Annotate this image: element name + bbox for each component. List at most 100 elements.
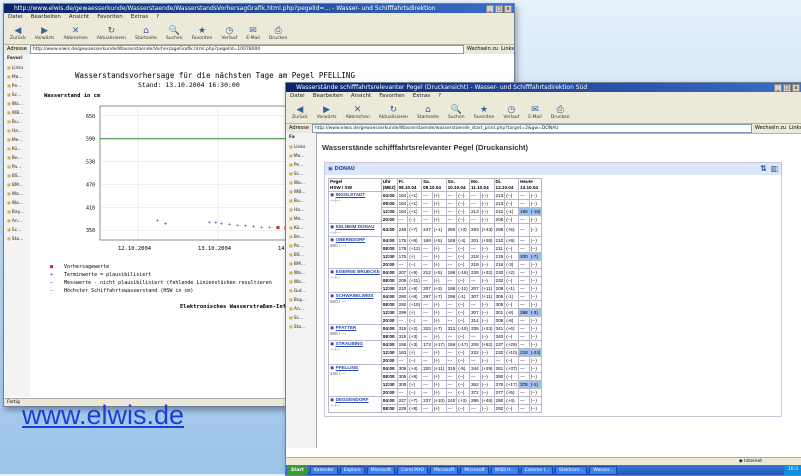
favorite-item[interactable]: Sc... bbox=[4, 90, 30, 99]
menu-item[interactable]: Favoriten bbox=[97, 14, 122, 20]
toolbar-button[interactable]: ↻ Aktualisieren bbox=[379, 105, 408, 120]
menu-item[interactable]: ? bbox=[438, 93, 441, 99]
close-icon[interactable]: x bbox=[792, 84, 800, 92]
taskbar-task[interactable]: Corel PHO bbox=[397, 465, 428, 475]
favorite-item[interactable]: Wa... bbox=[4, 99, 30, 108]
station-name[interactable]: STRAUBING bbox=[336, 341, 363, 346]
toolbar-button[interactable]: ◀ Zurück bbox=[292, 105, 308, 120]
toolbar-button[interactable]: ★ Favoriten bbox=[474, 105, 495, 120]
toolbar-button[interactable]: ⎙ Drucken bbox=[269, 26, 288, 41]
menu-item[interactable]: Extras bbox=[131, 14, 148, 20]
favorite-item[interactable]: An... bbox=[286, 304, 316, 313]
favorite-item[interactable]: Sta... bbox=[4, 234, 30, 243]
toolbar-button[interactable]: ✉ E-Mail bbox=[528, 105, 542, 120]
menu-item[interactable]: Ansicht bbox=[351, 93, 371, 99]
favorite-item[interactable]: Sc... bbox=[286, 313, 316, 322]
station-name[interactable]: KELHEIM DONAU bbox=[336, 224, 375, 229]
toolbar-button[interactable]: ✕ Abbrechen bbox=[63, 26, 87, 41]
favorite-item[interactable]: Kü... bbox=[286, 223, 316, 232]
toolbar-button[interactable]: 🔍 Suchen bbox=[448, 105, 465, 120]
menu-item[interactable]: Datei bbox=[290, 93, 305, 99]
station-name[interactable]: PFELLING bbox=[336, 365, 359, 370]
maximize-icon[interactable]: □ bbox=[783, 84, 791, 92]
favorite-item[interactable]: Ha... bbox=[4, 126, 30, 135]
station-name[interactable]: DEGGENDORF bbox=[336, 397, 369, 402]
maximize-icon[interactable]: □ bbox=[495, 5, 503, 13]
toolbar-button[interactable]: 🔍 Suchen bbox=[166, 26, 183, 41]
taskbar-task[interactable]: Wasser... bbox=[589, 465, 618, 475]
menu-item[interactable]: Ansicht bbox=[69, 14, 89, 20]
toolbar-button[interactable]: ◷ Verlauf bbox=[221, 26, 237, 41]
station-name[interactable]: OBERNDORF bbox=[336, 237, 366, 242]
taskbar-task[interactable]: Externe I... bbox=[520, 465, 554, 475]
address-input[interactable]: http://www.elwis.de/gewaesserkunde/Wasse… bbox=[311, 124, 752, 133]
favorite-item[interactable]: BS... bbox=[4, 171, 30, 180]
go-button[interactable]: Wechseln zu bbox=[467, 45, 498, 54]
address-input[interactable]: http://www.elwis.de/gewaesserkunde/Wasse… bbox=[29, 45, 464, 54]
toolbar-button[interactable]: ↻ Aktualisieren bbox=[97, 26, 126, 41]
favorite-item[interactable]: Links bbox=[286, 142, 316, 151]
station-name[interactable]: PFATTER bbox=[336, 325, 357, 330]
toolbar-button[interactable]: ▶ Vorwärts bbox=[317, 105, 337, 120]
favorite-item[interactable]: Wa... bbox=[286, 277, 316, 286]
favorite-item[interactable]: Ha... bbox=[286, 205, 316, 214]
go-button[interactable]: Wechseln zu bbox=[755, 124, 786, 133]
taskbar-task[interactable]: Microsoft bbox=[429, 465, 459, 475]
toolbar-button[interactable]: ▶ Vorwärts bbox=[35, 26, 55, 41]
favorite-item[interactable]: Wa... bbox=[286, 178, 316, 187]
links-label[interactable]: Links bbox=[789, 124, 801, 133]
favorite-item[interactable]: Bu... bbox=[4, 117, 30, 126]
favorite-item[interactable]: Gut... bbox=[286, 286, 316, 295]
toolbar-button[interactable]: ⌂ Startseite bbox=[135, 26, 157, 41]
favorite-item[interactable]: Be... bbox=[4, 153, 30, 162]
elwis-link[interactable]: www.elwis.de bbox=[22, 400, 184, 431]
menu-item[interactable]: Favoriten bbox=[379, 93, 404, 99]
taskbar-task[interactable]: Explore bbox=[339, 465, 365, 475]
front-browser-window[interactable]: Wasserstände schifffahrtsrelevanter Pege… bbox=[285, 82, 801, 476]
sort-icon[interactable]: ⇅ bbox=[760, 163, 767, 175]
menu-item[interactable]: ? bbox=[156, 14, 159, 20]
toolbar-button[interactable]: ◷ Verlauf bbox=[503, 105, 519, 120]
favorite-item[interactable]: Kü... bbox=[4, 144, 30, 153]
taskbar-task[interactable]: Microsoft bbox=[366, 465, 396, 475]
favorite-item[interactable]: Sc... bbox=[4, 225, 30, 234]
favorite-item[interactable]: Be... bbox=[286, 232, 316, 241]
taskbar-task[interactable]: Kalender bbox=[309, 465, 338, 475]
station-name[interactable]: INGOLSTADT bbox=[336, 192, 366, 197]
favorite-item[interactable]: Pa... bbox=[286, 241, 316, 250]
favorite-item[interactable]: Me... bbox=[4, 135, 30, 144]
favorite-item[interactable]: An... bbox=[4, 216, 30, 225]
favorite-item[interactable]: Pe... bbox=[4, 81, 30, 90]
favorite-item[interactable]: WB... bbox=[4, 108, 30, 117]
favorite-item[interactable]: Bu... bbox=[286, 196, 316, 205]
taskbar-task[interactable]: WSD H... bbox=[490, 465, 519, 475]
favorite-item[interactable]: Links bbox=[4, 63, 30, 72]
favorite-item[interactable]: Sc... bbox=[286, 169, 316, 178]
menu-item[interactable]: Extras bbox=[413, 93, 430, 99]
toolbar-button[interactable]: ✉ E-Mail bbox=[246, 26, 260, 41]
menu-item[interactable]: Bearbeiten bbox=[313, 93, 343, 99]
close-icon[interactable]: x bbox=[504, 5, 512, 13]
favorite-item[interactable]: BM... bbox=[4, 180, 30, 189]
toolbar-button[interactable]: ✕ Abbrechen bbox=[345, 105, 369, 120]
toolbar-button[interactable]: ⌂ Startseite bbox=[417, 105, 439, 120]
favorite-item[interactable]: BS... bbox=[286, 250, 316, 259]
favorite-item[interactable]: Sta... bbox=[286, 322, 316, 331]
menu-item[interactable]: Bearbeiten bbox=[31, 14, 61, 20]
favorite-item[interactable]: Ma... bbox=[4, 72, 30, 81]
favorite-item[interactable]: Wa... bbox=[286, 268, 316, 277]
chart-icon[interactable]: ▥ bbox=[770, 163, 778, 175]
station-name[interactable]: EISERNE BRUECKE bbox=[336, 269, 380, 274]
favorite-item[interactable]: Bay... bbox=[286, 295, 316, 304]
toolbar-button[interactable]: ★ Favoriten bbox=[192, 26, 213, 41]
favorite-item[interactable]: BM... bbox=[286, 259, 316, 268]
station-name[interactable]: SCHWABELWEIS bbox=[336, 293, 374, 298]
minimize-icon[interactable]: _ bbox=[774, 84, 782, 92]
favorite-item[interactable]: Wa... bbox=[4, 189, 30, 198]
menu-item[interactable]: Datei bbox=[8, 14, 23, 20]
favorite-item[interactable]: Bay... bbox=[4, 207, 30, 216]
favorite-item[interactable]: WB... bbox=[286, 187, 316, 196]
start-button[interactable]: Start bbox=[287, 465, 308, 475]
toolbar-button[interactable]: ⎙ Drucken bbox=[551, 105, 570, 120]
minimize-icon[interactable]: _ bbox=[486, 5, 494, 13]
